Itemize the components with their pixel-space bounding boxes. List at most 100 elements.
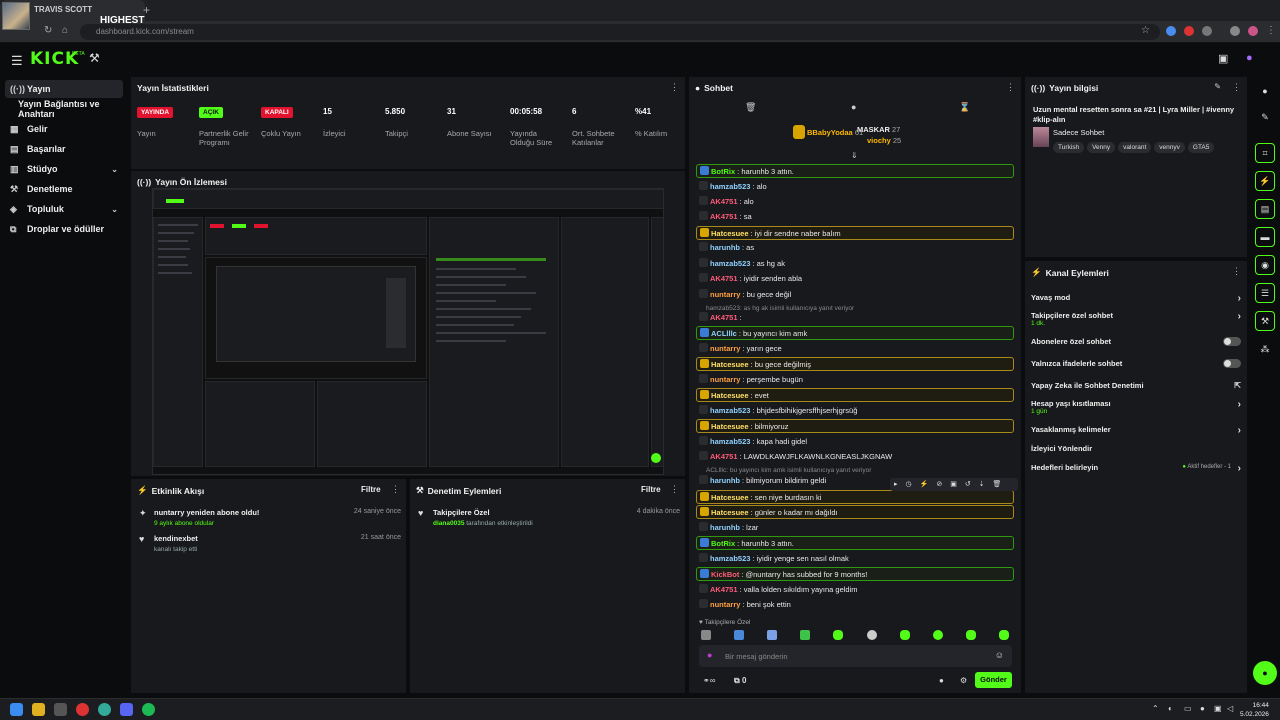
emote[interactable]: [701, 630, 711, 640]
extension-icon[interactable]: [1202, 26, 1212, 36]
emote[interactable]: [800, 630, 810, 640]
broadcast-icon[interactable]: ◉: [1255, 255, 1275, 275]
profile-avatar[interactable]: [1248, 26, 1258, 36]
goals-row[interactable]: Hedefleri belirleyin ● Aktif hedefler - 1…: [1031, 463, 1241, 474]
sidebar-item-studio[interactable]: ▥ Stüdyo ⌄: [5, 160, 123, 178]
tray-chevron-icon[interactable]: ⌃: [1152, 704, 1159, 713]
chat-message[interactable]: AK4751: iyidir senden abla: [696, 272, 1014, 286]
tag[interactable]: Venny: [1087, 142, 1116, 153]
kebab-icon[interactable]: ⋮: [1232, 266, 1241, 277]
sidebar-item-stream[interactable]: ((·)) Yayın: [5, 80, 123, 98]
extension-icon[interactable]: [1230, 26, 1240, 36]
filter-button[interactable]: Filtre: [361, 485, 381, 494]
chat-message[interactable]: hamzab523: iyidir yenge sen nasıl olmak: [696, 552, 1014, 566]
tag[interactable]: valorant: [1118, 142, 1152, 153]
gift-icon[interactable]: ⚭∞: [703, 676, 715, 685]
filter-button[interactable]: Filtre: [641, 485, 661, 494]
chat-message[interactable]: KickBot: @nuntarry has subbed for 9 mont…: [696, 567, 1014, 581]
chat-username[interactable]: Hatcesuee: [711, 360, 749, 369]
discord-icon[interactable]: [120, 703, 133, 716]
chat-message[interactable]: harunhb: lzar: [696, 521, 1014, 535]
chat-username[interactable]: BotRix: [711, 167, 735, 176]
headset-icon[interactable]: ◐: [1168, 704, 1173, 713]
subscribers-only-toggle[interactable]: [1223, 337, 1241, 346]
chat-message[interactable]: hamzab523: kapa hadi gidel: [696, 435, 1014, 449]
kebab-icon[interactable]: ⋮: [670, 82, 679, 93]
tag[interactable]: Turkish: [1053, 142, 1085, 153]
file-explorer-icon[interactable]: [32, 703, 45, 716]
chat-message[interactable]: AK4751: sa: [696, 210, 1014, 224]
chat-username[interactable]: Hatcesuee: [711, 422, 749, 431]
chat-message[interactable]: hamzab523: alo: [696, 180, 1014, 194]
sidebar-item-community[interactable]: ◈ Topluluk ⌄: [5, 200, 123, 218]
hammer-icon[interactable]: ⚒: [89, 51, 100, 65]
trash-icon[interactable]: 🗑: [745, 102, 756, 113]
chat-message[interactable]: Hatcesuee: bu gece değilmiş: [696, 357, 1014, 371]
chat-message[interactable]: AK4751: alo: [696, 195, 1014, 209]
kebab-icon[interactable]: ⋮: [670, 484, 679, 495]
mic-icon[interactable]: ●: [707, 650, 712, 660]
clock[interactable]: 16:44 5.02.2026: [1240, 701, 1269, 719]
emote[interactable]: [867, 630, 877, 640]
extension-icon[interactable]: [1166, 26, 1176, 36]
top-gifter-3[interactable]: viochy 25: [867, 136, 901, 145]
banned-words-row[interactable]: Yasaklanmış kelimeler ›: [1031, 425, 1241, 436]
followers-only-row[interactable]: Takipçilere özel sohbet 1 dk. ›: [1031, 311, 1241, 327]
chat-username[interactable]: Hatcesuee: [711, 493, 749, 502]
kebab-icon[interactable]: ⋮: [1006, 82, 1015, 93]
sidebar-item-revenue[interactable]: ▦ Gelir: [5, 120, 123, 138]
go-live-icon[interactable]: ▣: [1218, 52, 1228, 65]
chat-input[interactable]: ● Bir mesaj gönderin ☺: [699, 645, 1012, 667]
sidebar-item-drops[interactable]: ⧉ Droplar ve ödüller: [5, 220, 123, 238]
chat-username[interactable]: BotRix: [711, 539, 735, 548]
chat-username[interactable]: harunhb: [710, 476, 740, 485]
list-icon[interactable]: ☰: [1255, 283, 1275, 303]
chat-icon[interactable]: ▬: [1255, 227, 1275, 247]
volume-icon[interactable]: ◁: [1227, 704, 1233, 713]
chat-username[interactable]: AK4751: [710, 452, 738, 461]
chat-message[interactable]: nuntarry: yarın gece: [696, 342, 1014, 356]
edit-icon[interactable]: ✎: [1214, 82, 1221, 91]
chat-users-icon[interactable]: ●: [939, 676, 944, 685]
moderator-name[interactable]: diana0035: [433, 520, 464, 527]
chat-username[interactable]: hamzab523: [710, 437, 750, 446]
emote[interactable]: [734, 630, 744, 640]
chat-username[interactable]: nuntarry: [710, 600, 740, 609]
message-toolbar[interactable]: ▸◷⚡⊘▣↺⇣🗑: [890, 478, 1018, 491]
windows-start-icon[interactable]: [10, 703, 23, 716]
chat-message[interactable]: Hatcesuee: bilmiyoruz: [696, 419, 1014, 433]
document-icon[interactable]: ▤: [1255, 199, 1275, 219]
chat-message[interactable]: Hatcesuee: sen niye burdasın ki: [696, 490, 1014, 504]
home-icon[interactable]: ⌂: [62, 25, 68, 36]
chat-username[interactable]: nuntarry: [710, 290, 740, 299]
reload-icon[interactable]: ↻: [44, 25, 52, 36]
kicks-counter[interactable]: ⧉ 0: [734, 676, 746, 686]
tag[interactable]: GTA5: [1187, 142, 1215, 153]
chat-message[interactable]: Hatcesuee: günler o kadar mı dağıldı: [696, 505, 1014, 519]
monitor-icon[interactable]: ▭: [1184, 704, 1192, 713]
send-button[interactable]: Gönder: [975, 672, 1012, 688]
chat-username[interactable]: nuntarry: [710, 344, 740, 353]
chat-username[interactable]: KickBot: [711, 570, 739, 579]
star-icon[interactable]: ☆: [1141, 25, 1150, 36]
message-icon[interactable]: ●: [851, 102, 856, 112]
emotes-only-toggle[interactable]: [1223, 359, 1241, 368]
chat-message[interactable]: nuntarry: beni şok ettin: [696, 598, 1014, 612]
camera-icon[interactable]: ⌗: [1255, 143, 1275, 163]
chat-username[interactable]: nuntarry: [710, 375, 740, 384]
chat-username[interactable]: harunhb: [710, 523, 740, 532]
chat-username[interactable]: hamzab523: [710, 554, 750, 563]
chat-username[interactable]: hamzab523: [710, 182, 750, 191]
kebab-icon[interactable]: ⋮: [391, 484, 400, 495]
emote[interactable]: [999, 630, 1009, 640]
chat-message[interactable]: BotRix: harunhb 3 attın.: [696, 536, 1014, 550]
emoji-icon[interactable]: ☺: [995, 650, 1004, 660]
tag[interactable]: vennyv: [1154, 142, 1185, 153]
spotify-icon[interactable]: [142, 703, 155, 716]
emote[interactable]: [900, 630, 910, 640]
share-icon[interactable]: ⁂: [1255, 339, 1275, 359]
chat-username[interactable]: AK4751: [710, 197, 738, 206]
slow-mode-row[interactable]: Yavaş mod ›: [1031, 293, 1241, 304]
chrome-icon[interactable]: [98, 703, 111, 716]
wrench-icon[interactable]: ⚒: [1255, 311, 1275, 331]
